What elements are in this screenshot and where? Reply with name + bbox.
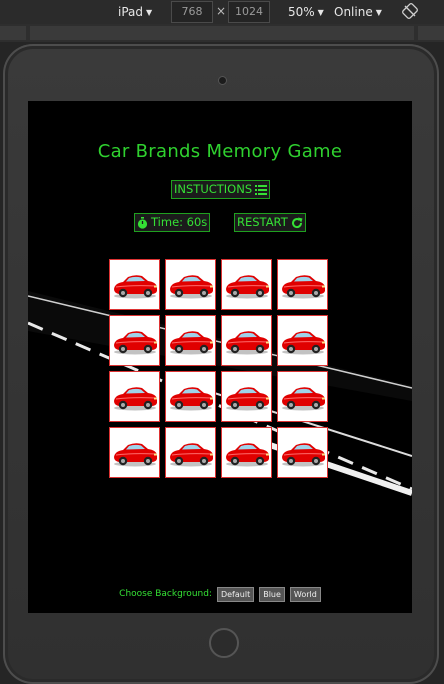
car-image xyxy=(169,330,213,354)
zoom-value: 50% xyxy=(288,5,315,19)
memory-card[interactable] xyxy=(277,315,328,366)
memory-card[interactable] xyxy=(109,371,160,422)
car-image xyxy=(225,442,269,466)
background-chooser: Choose Background: Default Blue World xyxy=(28,584,412,604)
car-image xyxy=(113,330,157,354)
device-select[interactable]: iPad ▼ xyxy=(118,4,152,20)
background-world-button[interactable]: World xyxy=(289,586,321,602)
car-image xyxy=(113,274,157,298)
car-image xyxy=(225,274,269,298)
app-screen: Car Brands Memory Game INSTUCTIONS Time:… xyxy=(28,101,412,613)
chevron-down-icon: ▼ xyxy=(317,8,324,17)
memory-card[interactable] xyxy=(221,315,272,366)
instructions-button[interactable]: INSTUCTIONS xyxy=(171,180,271,199)
car-image xyxy=(225,386,269,410)
memory-card[interactable] xyxy=(165,259,216,310)
chevron-down-icon: ▼ xyxy=(375,8,382,17)
background-default-button[interactable]: Default xyxy=(216,586,255,602)
memory-card[interactable] xyxy=(109,315,160,366)
car-image xyxy=(169,386,213,410)
car-image xyxy=(113,442,157,466)
memory-card[interactable] xyxy=(277,259,328,310)
device-name: iPad xyxy=(118,5,144,19)
car-image xyxy=(113,386,157,410)
device-width-input[interactable]: 768 xyxy=(171,1,213,23)
background-blue-button[interactable]: Blue xyxy=(259,586,285,602)
memory-card[interactable] xyxy=(221,427,272,478)
zoom-select[interactable]: 50% ▼ xyxy=(288,4,324,20)
stopwatch-icon xyxy=(137,216,148,229)
memory-card[interactable] xyxy=(165,371,216,422)
memory-card[interactable] xyxy=(221,371,272,422)
car-image xyxy=(281,274,325,298)
restart-label: RESTART xyxy=(237,215,288,229)
instructions-label: INSTUCTIONS xyxy=(174,182,253,196)
rotate-icon[interactable] xyxy=(402,3,418,19)
device-height-input[interactable]: 1024 xyxy=(228,1,270,23)
restart-button[interactable]: RESTART xyxy=(234,213,306,232)
timer-label: Time: 60s xyxy=(151,215,208,229)
car-image xyxy=(281,386,325,410)
timer-display: Time: 60s xyxy=(134,213,211,232)
car-image xyxy=(281,330,325,354)
car-image xyxy=(169,274,213,298)
card-deck xyxy=(109,259,330,480)
dimension-separator: × xyxy=(216,4,227,18)
memory-card[interactable] xyxy=(109,259,160,310)
network-throttle-select[interactable]: Online ▼ xyxy=(334,4,382,20)
memory-card[interactable] xyxy=(277,371,328,422)
memory-card[interactable] xyxy=(277,427,328,478)
list-icon xyxy=(255,184,268,195)
chevron-down-icon: ▼ xyxy=(146,8,153,17)
media-query-ruler xyxy=(0,24,444,42)
background-label: Choose Background: xyxy=(119,589,212,599)
car-image xyxy=(169,442,213,466)
device-toolbar: iPad ▼ 768 × 1024 50% ▼ Online ▼ xyxy=(0,0,444,24)
car-image xyxy=(281,442,325,466)
memory-card[interactable] xyxy=(109,427,160,478)
network-value: Online xyxy=(334,5,373,19)
car-image xyxy=(225,330,269,354)
memory-card[interactable] xyxy=(165,315,216,366)
camera-icon xyxy=(218,76,227,85)
page-title: Car Brands Memory Game xyxy=(97,141,343,162)
memory-card[interactable] xyxy=(221,259,272,310)
memory-card[interactable] xyxy=(165,427,216,478)
home-button[interactable] xyxy=(209,628,239,658)
refresh-icon xyxy=(291,217,303,228)
